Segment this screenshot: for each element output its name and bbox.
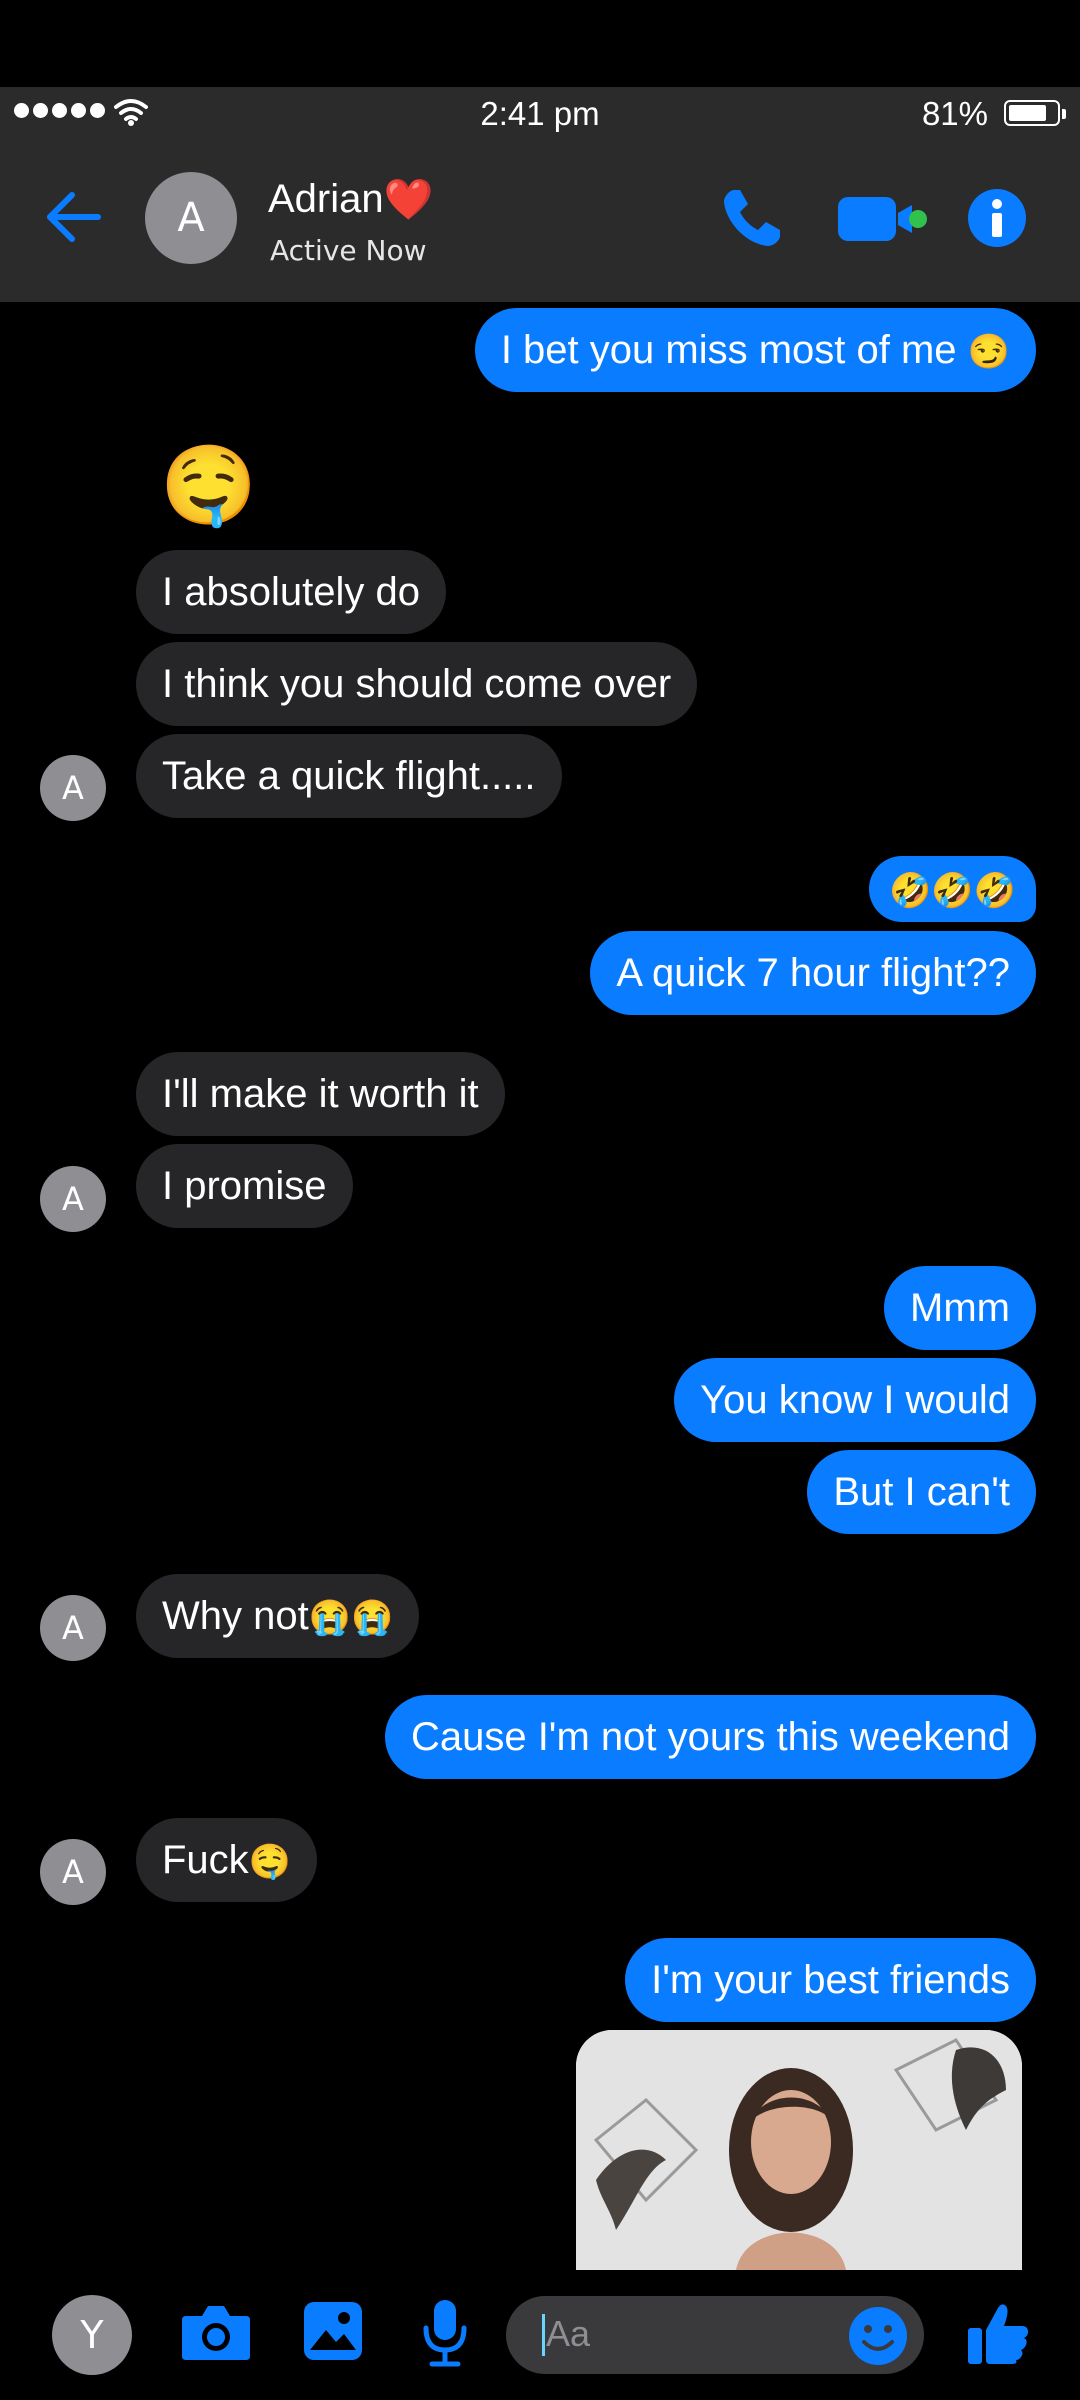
status-time: 2:41 pm xyxy=(480,95,600,132)
message-sent[interactable]: I bet you miss most of me 😏 xyxy=(474,308,1036,392)
message-received[interactable]: I think you should come over xyxy=(136,642,698,726)
message-text: Why not xyxy=(162,1594,309,1638)
emoji-message[interactable]: 🤤 xyxy=(160,440,257,532)
contact-active-status: Active Now xyxy=(270,234,427,267)
sender-avatar[interactable]: A xyxy=(40,1595,106,1661)
message-text: I bet you miss most of me xyxy=(500,328,957,372)
message-input-placeholder: Aa xyxy=(546,2313,591,2354)
message-emoji: 😏 xyxy=(967,333,1010,371)
photo-message[interactable] xyxy=(576,2030,1022,2270)
message-sent[interactable]: I'm your best friends xyxy=(625,1938,1036,2022)
video-call-icon[interactable] xyxy=(836,195,928,243)
message-sent[interactable]: Cause I'm not yours this weekend xyxy=(384,1695,1036,1779)
smiley-icon[interactable] xyxy=(848,2306,908,2366)
message-emoji: 🤤 xyxy=(248,1843,292,1881)
message-received[interactable]: Why not😭😭 xyxy=(136,1574,420,1658)
message-received[interactable]: I promise xyxy=(136,1144,353,1228)
contact-name[interactable]: Adrian ❤️ xyxy=(268,176,433,223)
camera-icon[interactable] xyxy=(180,2302,252,2362)
top-black-area xyxy=(0,0,1080,87)
my-avatar[interactable]: Y xyxy=(52,2295,132,2375)
gallery-icon[interactable] xyxy=(302,2300,364,2362)
message-received[interactable]: I'll make it worth it xyxy=(136,1052,505,1136)
battery-percent: 81% xyxy=(921,95,988,132)
sender-avatar[interactable]: A xyxy=(40,755,106,821)
message-text: Fuck xyxy=(162,1838,249,1882)
message-sent[interactable]: But I can't xyxy=(807,1450,1036,1534)
message-sent[interactable]: 🤣🤣🤣 xyxy=(868,856,1036,922)
battery-icon xyxy=(1004,100,1066,126)
info-icon[interactable] xyxy=(967,188,1027,248)
message-emoji: 😭😭 xyxy=(308,1599,394,1637)
contact-name-text: Adrian xyxy=(268,177,384,221)
text-cursor xyxy=(542,2314,545,2356)
message-sent[interactable]: You know I would xyxy=(674,1358,1036,1442)
heart-emoji: ❤️ xyxy=(383,178,434,222)
photo-image xyxy=(576,2030,1022,2270)
phone-icon[interactable] xyxy=(720,186,784,250)
message-sent[interactable]: A quick 7 hour flight?? xyxy=(590,931,1036,1015)
message-received[interactable]: I absolutely do xyxy=(136,550,446,634)
message-sent[interactable]: Mmm xyxy=(884,1266,1036,1350)
microphone-icon[interactable] xyxy=(420,2298,470,2368)
thumbs-up-icon[interactable] xyxy=(966,2300,1030,2366)
message-emoji: 🤣🤣🤣 xyxy=(888,872,1016,910)
sender-avatar[interactable]: A xyxy=(40,1166,106,1232)
contact-avatar[interactable]: A xyxy=(145,172,237,264)
sender-avatar[interactable]: A xyxy=(40,1839,106,1905)
back-arrow-icon[interactable] xyxy=(44,187,104,247)
message-received[interactable]: Fuck🤤 xyxy=(136,1818,318,1902)
message-received[interactable]: Take a quick flight..... xyxy=(136,734,562,818)
status-bar: 2:41 pm 81% xyxy=(0,87,1080,141)
